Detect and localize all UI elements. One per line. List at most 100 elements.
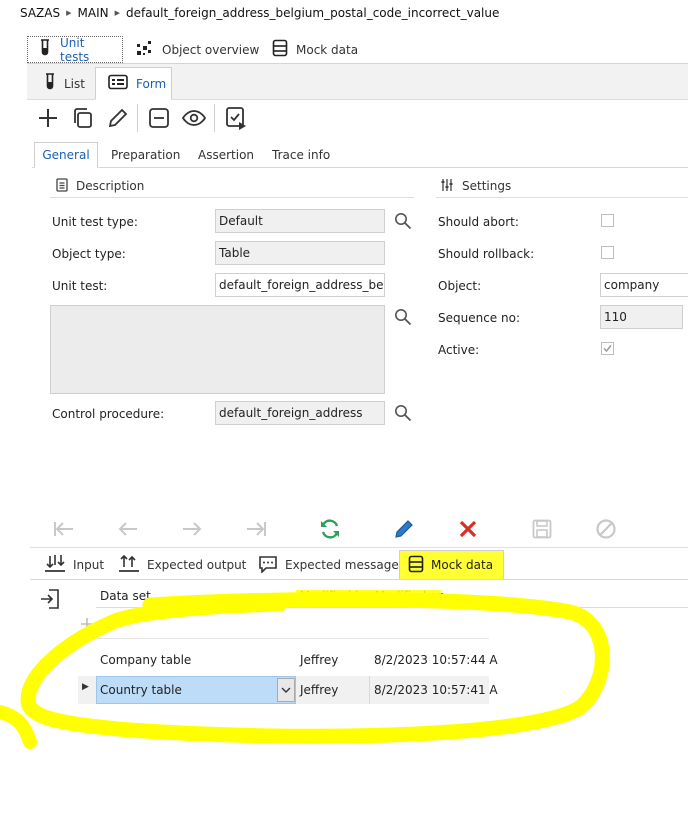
tab-label: Expected messages xyxy=(285,558,405,572)
tab-form[interactable]: Form xyxy=(95,67,172,100)
add-row-button[interactable] xyxy=(78,614,96,634)
tab-label: Preparation xyxy=(111,148,181,162)
tab-unit-tests[interactable]: Unit tests xyxy=(27,35,123,64)
tab-label: List xyxy=(64,76,85,91)
divider xyxy=(30,547,688,548)
tab-input[interactable]: Input xyxy=(36,550,112,580)
search-icon[interactable] xyxy=(393,211,413,231)
section-title: Settings xyxy=(462,179,512,193)
tab-label: Object overview xyxy=(162,42,260,57)
tab-assertion[interactable]: Assertion xyxy=(190,142,262,168)
refresh-button[interactable] xyxy=(317,516,343,542)
should-rollback-checkbox[interactable] xyxy=(601,246,614,259)
tab-preparation[interactable]: Preparation xyxy=(103,142,188,168)
control-procedure-field[interactable]: default_foreign_address xyxy=(215,401,385,425)
previous-record-icon xyxy=(118,522,137,536)
edit-pencil-icon xyxy=(395,520,413,538)
disabled-circle-icon xyxy=(596,519,616,539)
should-rollback-label: Should rollback: xyxy=(438,247,535,261)
active-label: Active: xyxy=(438,343,480,357)
breadcrumb-separator-icon: ▶ xyxy=(114,9,120,17)
scatter-dots-icon xyxy=(136,39,154,60)
settings-header: Settings xyxy=(440,176,511,196)
document-icon xyxy=(56,177,68,195)
tab-label: Form xyxy=(136,76,167,91)
object-type-label: Object type: xyxy=(52,247,126,261)
import-button[interactable] xyxy=(38,587,62,611)
description-header: Description xyxy=(56,176,144,196)
column-header-modified-on[interactable]: Modified on xyxy=(375,586,445,606)
tab-label: General xyxy=(42,148,90,162)
copy-button[interactable] xyxy=(68,104,98,132)
sort-ascending-icon: ▲ xyxy=(285,592,292,601)
unit-test-type-field[interactable]: Default xyxy=(215,209,385,233)
breadcrumb-item-current: default_foreign_address_belgium_postal_c… xyxy=(125,6,500,20)
divider xyxy=(369,676,370,704)
tab-label: Mock data xyxy=(296,42,359,57)
sliders-icon xyxy=(440,178,454,195)
unit-test-field[interactable]: default_foreign_address_belgium_postal_c… xyxy=(215,273,385,297)
first-record-button[interactable] xyxy=(51,516,77,542)
should-abort-checkbox[interactable] xyxy=(601,214,614,227)
add-button[interactable] xyxy=(33,104,63,132)
tab-list[interactable]: List xyxy=(32,67,95,100)
object-type-field[interactable]: Table xyxy=(215,241,385,265)
input-arrows-icon xyxy=(44,554,66,577)
unit-test-type-label: Unit test type: xyxy=(52,215,138,229)
dropdown-button[interactable] xyxy=(277,678,295,702)
execute-test-button[interactable] xyxy=(221,104,251,132)
divider xyxy=(96,638,489,639)
search-icon[interactable] xyxy=(393,307,413,327)
column-header-data-set[interactable]: Data set xyxy=(100,586,151,606)
sequence-no-field[interactable]: 110 xyxy=(600,305,683,329)
tab-object-overview[interactable]: Object overview xyxy=(126,36,267,63)
remove-button[interactable] xyxy=(144,104,174,132)
refresh-icon xyxy=(321,519,339,539)
tab-label: Mock data xyxy=(431,558,494,572)
cancel-button[interactable] xyxy=(455,516,481,542)
view-button[interactable] xyxy=(179,104,209,132)
edit-record-button[interactable] xyxy=(391,516,417,542)
previous-record-button[interactable] xyxy=(115,516,141,542)
object-label: Object: xyxy=(438,279,482,293)
tab-mock-data-bottom[interactable]: Mock data xyxy=(399,550,504,580)
next-record-icon xyxy=(183,522,202,536)
edit-button[interactable] xyxy=(103,104,133,132)
flask-icon xyxy=(44,73,56,94)
tab-expected-messages[interactable]: Expected messages xyxy=(250,550,413,580)
last-record-button[interactable] xyxy=(243,516,269,542)
divider xyxy=(50,197,414,198)
tab-label: Unit tests xyxy=(60,35,90,64)
table-rows-icon xyxy=(272,39,288,60)
cell-modified-by: Jeffrey xyxy=(300,683,339,697)
divider xyxy=(436,197,688,198)
search-icon[interactable] xyxy=(393,403,413,423)
tab-mock-data[interactable]: Mock data xyxy=(262,36,366,63)
edit-pencil-icon xyxy=(108,108,128,128)
tab-expected-output[interactable]: Expected output xyxy=(110,550,254,580)
sequence-no-label: Sequence no: xyxy=(438,311,520,325)
import-icon xyxy=(41,589,59,609)
toolbar-separator xyxy=(137,104,138,132)
disabled-button[interactable] xyxy=(593,516,619,542)
view-eye-icon xyxy=(182,110,206,126)
next-record-button[interactable] xyxy=(179,516,205,542)
active-checkbox[interactable] xyxy=(601,342,614,355)
divider xyxy=(96,607,688,608)
tab-label: Trace info xyxy=(272,148,331,162)
breadcrumb-item-main[interactable]: MAIN xyxy=(78,6,109,20)
save-button[interactable] xyxy=(529,516,555,542)
cancel-x-icon xyxy=(459,520,477,538)
table-rows-icon xyxy=(408,555,424,576)
control-procedure-label: Control procedure: xyxy=(52,407,165,421)
tab-general[interactable]: General xyxy=(34,142,98,168)
last-record-icon xyxy=(247,522,266,536)
cell-modified-on: 8/2/2023 10:57:41 A xyxy=(374,683,498,697)
tab-trace-info[interactable]: Trace info xyxy=(264,142,338,168)
object-field[interactable]: company xyxy=(600,273,688,297)
add-icon xyxy=(39,109,57,127)
column-header-modified-by[interactable]: Modified by xyxy=(300,586,370,606)
tab-label: Expected output xyxy=(147,558,247,572)
description-textarea[interactable] xyxy=(50,305,385,394)
breadcrumb-item-root[interactable]: SAZAS xyxy=(20,6,60,20)
